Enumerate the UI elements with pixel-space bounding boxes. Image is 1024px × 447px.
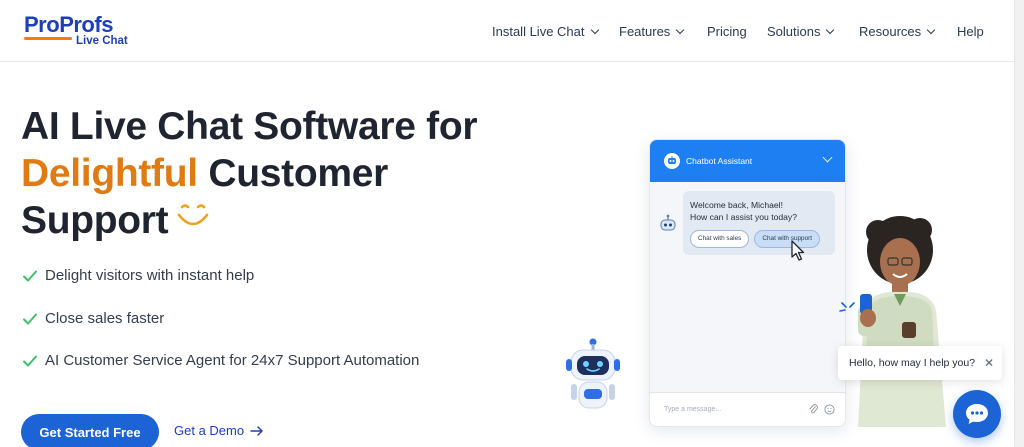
chat-launcher-button[interactable] bbox=[953, 390, 1001, 438]
chatbot-header: Chatbot Assistant bbox=[650, 140, 845, 182]
nav-features[interactable]: Features bbox=[619, 24, 685, 39]
get-started-free-button[interactable]: Get Started Free bbox=[21, 414, 159, 447]
chevron-down-icon bbox=[590, 25, 599, 34]
feature-item: Close sales faster bbox=[22, 310, 164, 327]
sparkle-icon bbox=[839, 302, 855, 312]
hero-line-3: Support bbox=[21, 199, 169, 242]
nav-solutions[interactable]: Solutions bbox=[767, 24, 835, 39]
smile-icon bbox=[176, 195, 210, 242]
chat-input-placeholder: Type a message... bbox=[664, 406, 722, 413]
feature-item: Delight visitors with instant help bbox=[22, 267, 254, 284]
chevron-down-icon bbox=[926, 25, 936, 34]
quick-reply-sales[interactable]: Chat with sales bbox=[690, 230, 750, 248]
site-header: ProProfs Live Chat Install Live Chat Fea… bbox=[0, 0, 1014, 62]
nav-install-live-chat[interactable]: Install Live Chat bbox=[492, 24, 599, 39]
chatbot-title: Chatbot Assistant bbox=[686, 156, 753, 166]
support-agent-illustration bbox=[858, 216, 946, 427]
nav-pricing[interactable]: Pricing bbox=[707, 24, 747, 39]
robot-mascot-icon bbox=[566, 338, 620, 409]
chat-bubble-icon bbox=[966, 404, 988, 424]
hero-accent-word: Delightful bbox=[21, 152, 198, 195]
chat-greeting-popup[interactable]: Hello, how may I help you? ✕ bbox=[838, 346, 1002, 380]
logo-wordmark: ProProfs bbox=[24, 12, 113, 37]
mouse-cursor-icon bbox=[791, 240, 805, 261]
bot-message-bubble: Welcome back, Michael! How can I assist … bbox=[683, 191, 835, 255]
bot-message-line: How can I assist you today? bbox=[690, 212, 797, 222]
check-icon bbox=[23, 355, 37, 366]
chatbot-preview-window: Chatbot Assistant Welcome back, Michael!… bbox=[649, 139, 846, 427]
hero-line-1: AI Live Chat Software for bbox=[21, 105, 478, 148]
page-scrollbar[interactable] bbox=[1014, 0, 1024, 447]
proprofs-logo[interactable]: ProProfs Live Chat bbox=[24, 12, 128, 47]
check-icon bbox=[23, 270, 37, 281]
logo-product-name: Live Chat bbox=[76, 35, 128, 47]
nav-help[interactable]: Help bbox=[957, 24, 984, 39]
robot-icon bbox=[658, 214, 678, 239]
chat-input-tools bbox=[808, 404, 835, 415]
chat-message-input[interactable]: Type a message... bbox=[650, 392, 845, 426]
chevron-down-icon bbox=[826, 25, 835, 34]
logo-underline bbox=[24, 37, 72, 40]
chevron-down-icon bbox=[676, 25, 685, 34]
hero-heading: AI Live Chat Software for Delightful Cus… bbox=[21, 103, 478, 244]
feature-item: AI Customer Service Agent for 24x7 Suppo… bbox=[22, 352, 419, 369]
get-a-demo-link[interactable]: Get a Demo bbox=[174, 423, 264, 438]
emoji-icon bbox=[824, 404, 835, 415]
nav-resources[interactable]: Resources bbox=[859, 24, 936, 39]
check-icon bbox=[23, 313, 37, 324]
quick-reply-support[interactable]: Chat with support bbox=[754, 230, 821, 248]
robot-icon bbox=[664, 153, 680, 169]
arrow-right-icon bbox=[250, 425, 263, 436]
bot-message-line: Welcome back, Michael! bbox=[690, 200, 783, 210]
close-icon[interactable]: ✕ bbox=[984, 357, 994, 369]
paperclip-icon bbox=[809, 404, 818, 414]
hero-line-2: Customer bbox=[208, 152, 388, 195]
greeting-text: Hello, how may I help you? bbox=[849, 357, 976, 369]
chevron-down-icon bbox=[822, 152, 833, 163]
